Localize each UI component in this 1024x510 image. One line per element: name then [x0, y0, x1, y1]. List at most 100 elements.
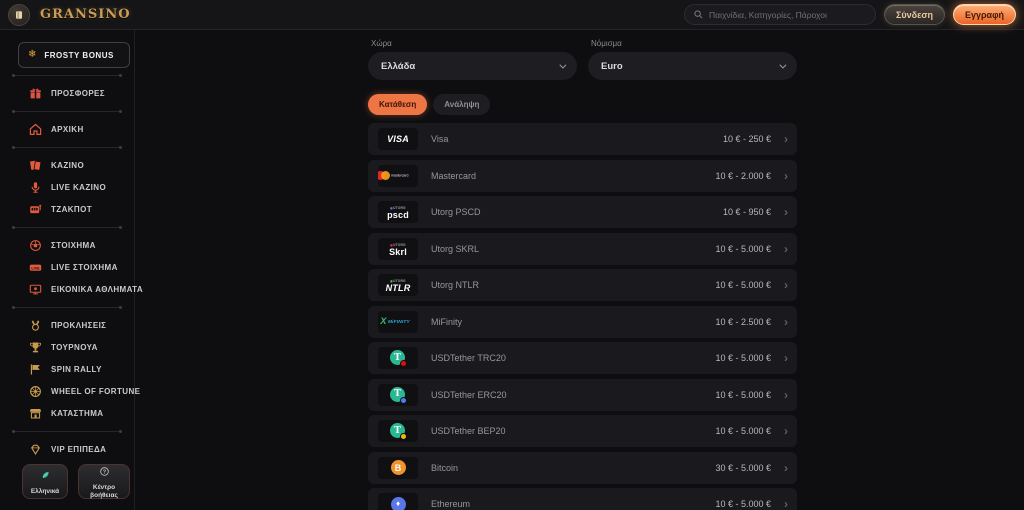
book-icon	[16, 10, 22, 19]
brand-logo[interactable]: GRANSINO	[40, 7, 131, 22]
payment-method-name: Utorg SKRL	[431, 243, 480, 254]
sidebar-item-label: ΚΑΖΙΝΟ	[51, 160, 85, 170]
frosty-bonus-button[interactable]: ❄ FROSTY BONUS	[18, 42, 130, 68]
usdt-erc20-logo: T	[378, 383, 418, 406]
wheel-icon	[29, 385, 42, 398]
sidebar-item-αρχικη[interactable]: ΑΡΧΙΚΗ	[0, 118, 134, 140]
sidebar-item-label: LIVE ΚΑΖΙΝΟ	[51, 182, 107, 192]
sidebar-item-προσφορες[interactable]: ΠΡΟΣΦΟΡΕΣ	[0, 82, 134, 104]
utorg-pscd-logo: UTORG pscd	[378, 201, 418, 223]
microphone-icon	[29, 181, 42, 194]
currency-select[interactable]: Euro	[588, 52, 797, 80]
payment-method-row[interactable]: X MiFINITY MiFinity 10 € - 2.500 € ›	[368, 305, 797, 338]
chevron-right-icon: ›	[784, 424, 788, 438]
country-select[interactable]: Ελλάδα	[368, 52, 577, 80]
register-button[interactable]: Εγγραφή	[953, 4, 1016, 25]
sidebar-item-label: ΑΡΧΙΚΗ	[51, 124, 84, 134]
payment-method-row[interactable]: UTORG pscd Utorg PSCD 10 € - 950 € ›	[368, 196, 797, 228]
payment-method-limits: 10 € - 2.000 €	[715, 170, 771, 181]
sidebar-item-label: ΤΟΥΡΝΟΥΑ	[51, 342, 98, 352]
payment-method-row[interactable]: UTORG NTLR Utorg NTLR 10 € - 5.000 € ›	[368, 269, 797, 301]
tab-κατάθεση[interactable]: Κατάθεση	[368, 94, 428, 115]
payment-method-limits: 10 € - 2.500 €	[715, 316, 771, 327]
sidebar-toggle-button[interactable]	[8, 3, 30, 26]
mifinity-logo: X MiFINITY	[378, 310, 418, 333]
sidebar-item-live-στοιχημα[interactable]: LIVE LIVE ΣΤΟΙΧΗΜΑ	[0, 256, 134, 278]
sidebar-item-vip-επιπεδα[interactable]: VIP ΕΠΙΠΕΔΑ	[0, 438, 134, 460]
home-icon	[29, 123, 42, 136]
sidebar-item-label: LIVE ΣΤΟΙΧΗΜΑ	[51, 262, 118, 272]
chevron-right-icon: ›	[784, 205, 788, 219]
language-button[interactable]: Ελληνικά	[22, 464, 68, 499]
sidebar-item-label: WHEEL OF FORTUNE	[51, 386, 141, 396]
payment-method-name: USDTether TRC20	[431, 353, 506, 363]
sidebar-item-label: ΕΙΚΟΝΙΚΑ ΑΘΛΗΜΑΤΑ	[51, 284, 144, 294]
main-content: Χώρα Ελλάδα Νόμισμα Euro Κατάθεση Ανάληψη…	[368, 30, 797, 510]
chevron-down-icon	[559, 61, 567, 69]
sidebar-item-τουρνουα[interactable]: ΤΟΥΡΝΟΥΑ	[0, 336, 134, 358]
sidebar-divider	[12, 73, 122, 77]
bitcoin-logo: B	[378, 456, 418, 479]
flag-icon	[29, 363, 42, 376]
search-box[interactable]	[684, 4, 876, 25]
sidebar-nav: ΠΡΟΣΦΟΡΕΣ ΑΡΧΙΚΗ ΚΑΖΙΝΟ LIVE ΚΑΖΙΝΟ ΤΖΑΚΠΟΤ Σ…	[0, 73, 143, 461]
sidebar-item-label: ΠΡΟΚΛΗΣΕΙΣ	[51, 320, 107, 330]
payment-method-row[interactable]: mastercard Mastercard 10 € - 2.000 € ›	[368, 159, 797, 192]
payment-method-row[interactable]: ♦ Ethereum 10 € - 5.000 € ›	[368, 488, 797, 510]
payment-method-name: USDTether BEP20	[431, 426, 506, 436]
payment-method-limits: 10 € - 5.000 €	[715, 426, 771, 436]
payment-method-row[interactable]: T USDTether BEP20 10 € - 5.000 € ›	[368, 415, 797, 447]
sidebar-item-προκλησεις[interactable]: ΠΡΟΚΛΗΣΕΙΣ	[0, 314, 134, 336]
chevron-right-icon: ›	[784, 241, 788, 256]
sidebar-item-καταστημα[interactable]: ΚΑΤΑΣΤΗΜΑ	[0, 402, 134, 424]
payment-method-row[interactable]: T USDTether TRC20 10 € - 5.000 € ›	[368, 342, 797, 374]
payment-method-limits: 10 € - 5.000 €	[715, 243, 771, 254]
sidebar-item-καζινο[interactable]: ΚΑΖΙΝΟ	[0, 154, 134, 176]
shop-icon	[29, 407, 42, 420]
utorg-skrl-logo: UTORG Skrl	[378, 237, 418, 260]
payment-method-limits: 10 € - 250 €	[722, 134, 771, 144]
sidebar-item-live-καζινο[interactable]: LIVE ΚΑΖΙΝΟ	[0, 176, 134, 198]
usdt-trc20-logo: T	[378, 347, 418, 369]
currency-field: Νόμισμα Euro	[588, 39, 797, 80]
login-button[interactable]: Σύνδεση	[884, 4, 945, 25]
utorg-ntlr-logo: UTORG NTLR	[378, 274, 418, 296]
chevron-right-icon: ›	[784, 314, 788, 329]
payment-method-row[interactable]: VISA Visa 10 € - 250 € ›	[368, 123, 797, 155]
payment-method-limits: 10 € - 5.000 €	[715, 353, 771, 363]
country-field: Χώρα Ελλάδα	[368, 39, 577, 80]
payment-method-name: Utorg NTLR	[431, 280, 480, 290]
sidebar-item-spin-rally[interactable]: SPIN RALLY	[0, 358, 134, 380]
tabs: Κατάθεση Ανάληψη	[368, 94, 797, 115]
payment-method-name: MiFinity	[431, 316, 462, 327]
search-input[interactable]	[709, 9, 866, 20]
sidebar-item-τζακποτ[interactable]: ΤΖΑΚΠΟΤ	[0, 198, 134, 220]
cards-icon	[29, 159, 42, 172]
sidebar-item-στοιχημα[interactable]: ΣΤΟΙΧΗΜΑ	[0, 234, 134, 256]
chevron-down-icon	[779, 61, 787, 69]
country-label: Χώρα	[371, 39, 392, 48]
gift-icon	[29, 87, 42, 100]
trophy-icon	[29, 341, 42, 354]
payment-method-name: USDTether ERC20	[431, 389, 507, 400]
payment-method-row[interactable]: UTORG Skrl Utorg SKRL 10 € - 5.000 € ›	[368, 232, 797, 265]
sidebar-divider	[12, 429, 122, 433]
payment-method-row[interactable]: T USDTether ERC20 10 € - 5.000 € ›	[368, 378, 797, 411]
payment-method-limits: 10 € - 5.000 €	[715, 499, 771, 509]
sidebar-item-wheel-of-fortune[interactable]: WHEEL OF FORTUNE	[0, 380, 140, 402]
chevron-right-icon: ›	[784, 278, 788, 292]
chevron-right-icon: ›	[784, 497, 788, 510]
chevron-right-icon: ›	[784, 168, 788, 183]
sidebar-item-εικονικα-αθληματα[interactable]: ΕΙΚΟΝΙΚΑ ΑΘΛΗΜΑΤΑ	[0, 278, 143, 300]
medal-icon	[29, 319, 42, 332]
payment-method-name: Visa	[431, 134, 449, 144]
sidebar-item-label: VIP ΕΠΙΠΕΔΑ	[51, 444, 107, 454]
payment-method-row[interactable]: B Bitcoin 30 € - 5.000 € ›	[368, 451, 797, 484]
sidebar: ❄ FROSTY BONUS ΠΡΟΣΦΟΡΕΣ ΑΡΧΙΚΗ ΚΑΖΙΝΟ LIVE…	[0, 30, 143, 510]
payment-list: VISA Visa 10 € - 250 € › mastercard Mastercar…	[368, 123, 797, 510]
payment-method-limits: 10 € - 950 €	[722, 207, 771, 217]
payment-method-limits: 10 € - 5.000 €	[715, 280, 771, 290]
tab-ανάληψη[interactable]: Ανάληψη	[433, 94, 491, 115]
help-center-button[interactable]: ? Κέντρο βοήθειας	[78, 464, 130, 499]
sidebar-item-label: ΤΖΑΚΠΟΤ	[51, 204, 93, 214]
